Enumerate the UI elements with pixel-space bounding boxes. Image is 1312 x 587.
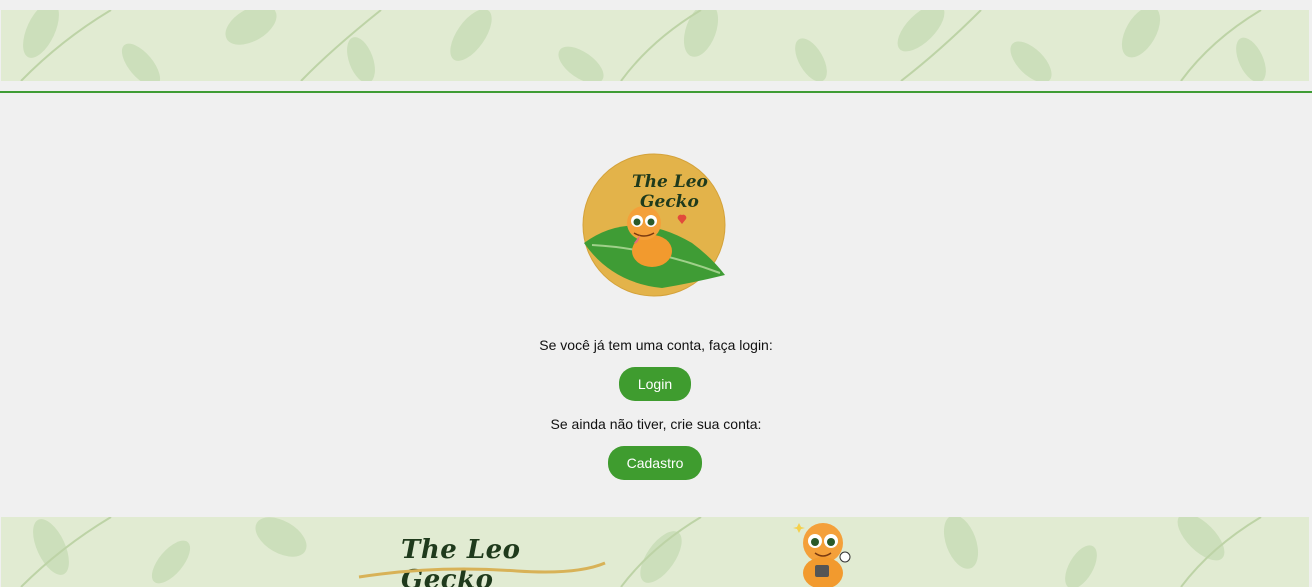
footer-brand: The Leo Gecko <box>357 525 607 587</box>
gecko-mascot <box>787 517 859 587</box>
login-button[interactable]: Login <box>619 367 691 401</box>
leaf-pattern-icon <box>20 517 1262 587</box>
gecko-mascot-icon <box>793 523 851 587</box>
footer-leaf-banner: The Leo Gecko <box>1 517 1309 587</box>
signup-prompt: Se ainda não tiver, crie sua conta: <box>550 416 762 432</box>
header-divider <box>0 91 1312 93</box>
logo-text-line1: The Leo <box>632 172 708 192</box>
signup-button[interactable]: Cadastro <box>608 446 702 480</box>
login-prompt: Se você já tem uma conta, faça login: <box>539 337 773 353</box>
header-leaf-banner <box>1 10 1309 81</box>
brand-logo: The Leo Gecko <box>582 153 727 298</box>
logo-text-line2: Gecko <box>640 192 699 212</box>
gecko-on-leaf-logo-icon: The Leo Gecko <box>582 153 726 297</box>
brand-underline-icon <box>358 561 606 579</box>
leaf-pattern-icon <box>20 10 1266 81</box>
